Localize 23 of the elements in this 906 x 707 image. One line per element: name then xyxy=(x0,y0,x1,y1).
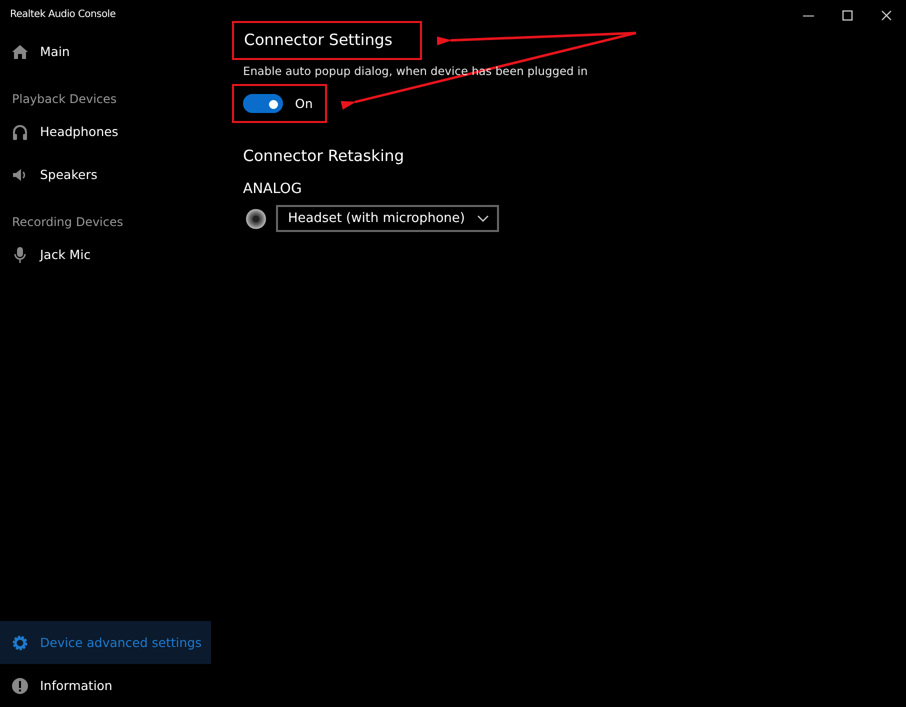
section-heading: Connector Retasking xyxy=(242,146,404,165)
chevron-icon xyxy=(476,214,489,222)
group-label: ANALOG xyxy=(242,180,302,197)
window-title: Realtek Audio Console xyxy=(9,8,117,22)
section-header: Playback Devices xyxy=(11,91,118,108)
nav-item[interactable]: Device advanced settings xyxy=(0,621,211,664)
toggle-switch[interactable] xyxy=(243,94,283,113)
section-heading: Connector Settings xyxy=(232,21,422,60)
nav-item[interactable]: Speakers xyxy=(0,153,211,196)
info-icon xyxy=(11,676,29,694)
settings-icon xyxy=(11,634,29,652)
maximize-icon xyxy=(842,10,853,20)
home-icon xyxy=(11,42,29,60)
jack-icon xyxy=(245,208,267,230)
nav-item[interactable]: Main xyxy=(0,30,211,73)
toggle-label: On xyxy=(295,96,313,111)
nav-item[interactable]: Jack Mic xyxy=(0,233,211,276)
nav-item[interactable]: Headphones xyxy=(0,110,211,153)
close-icon xyxy=(881,10,892,20)
headphones-icon xyxy=(11,122,29,140)
nav-item[interactable]: Information xyxy=(0,664,211,707)
dropdown[interactable]: Headset (with microphone) xyxy=(276,205,499,232)
section-header: Recording Devices xyxy=(11,214,124,231)
